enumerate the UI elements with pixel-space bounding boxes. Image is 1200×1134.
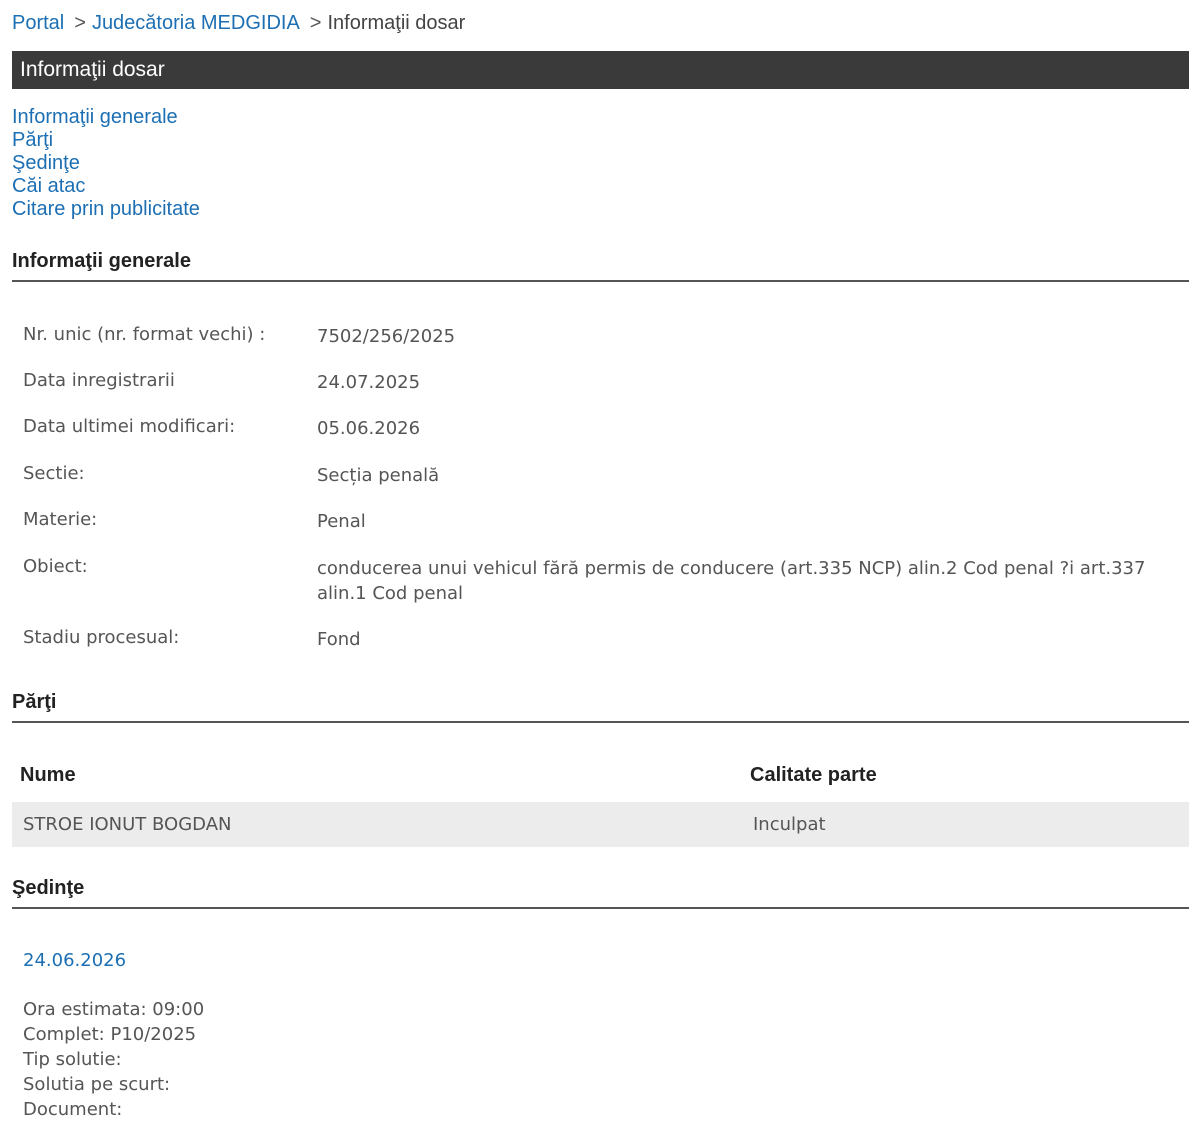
info-label: Data inregistrarii xyxy=(23,370,175,391)
nav-link-informatii-generale[interactable]: Informaţii generale xyxy=(12,106,200,129)
nav-link-cai-atac[interactable]: Căi atac xyxy=(12,175,200,198)
info-label: Sectie: xyxy=(23,463,85,484)
breadcrumb-separator: > xyxy=(74,12,86,34)
info-value: Penal xyxy=(317,511,366,532)
party-role: Inculpat xyxy=(753,814,826,835)
breadcrumb: Portal > Judecătoria MEDGIDIA > Informaţii d… xyxy=(12,12,465,35)
session-complet: Complet: P10/2025 xyxy=(23,1024,197,1045)
session-document: Document: xyxy=(23,1099,123,1120)
info-value: Secția penală xyxy=(317,465,440,486)
session-details: Ora estimata: 09:00 Complet: P10/2025 Ti… xyxy=(23,997,204,1122)
parties-heading: Părţi xyxy=(12,691,1189,723)
sessions-heading: Şedinţe xyxy=(12,877,1189,909)
breadcrumb-separator: > xyxy=(309,12,322,34)
breadcrumb-court-link[interactable]: Judecătoria MEDGIDIA xyxy=(92,12,300,34)
session-tip-solutie: Tip solutie: xyxy=(23,1049,122,1070)
info-value: 24.07.2025 xyxy=(317,372,421,393)
breadcrumb-current: Informaţii dosar xyxy=(327,12,466,34)
table-row: STROE IONUT BOGDAN Inculpat xyxy=(12,802,1189,847)
section-nav: Informaţii generale Părţi Şedinţe Căi at… xyxy=(12,106,200,221)
info-label: Data ultimei modificari: xyxy=(23,416,236,437)
session-ora-estimata: Ora estimata: 09:00 xyxy=(23,999,205,1020)
session-solutia-pe-scurt: Solutia pe scurt: xyxy=(23,1074,171,1095)
column-header-nume: Nume xyxy=(20,764,76,786)
session-date: 24.06.2026 xyxy=(23,950,127,971)
general-info-heading: Informaţii generale xyxy=(12,250,1189,282)
breadcrumb-portal-link[interactable]: Portal xyxy=(12,12,64,34)
section-title: Informaţii generale xyxy=(12,250,191,272)
nav-link-parti[interactable]: Părţi xyxy=(12,129,200,152)
party-name: STROE IONUT BOGDAN xyxy=(23,814,232,835)
nav-link-sedinte[interactable]: Şedinţe xyxy=(12,152,200,175)
info-label: Nr. unic (nr. format vechi) : xyxy=(23,324,266,345)
info-value: Fond xyxy=(317,629,361,650)
info-value: conducerea unui vehicul fără permis de c… xyxy=(317,558,1146,604)
info-label: Stadiu procesual: xyxy=(23,627,180,648)
info-value: 7502/256/2025 xyxy=(317,326,456,347)
page-title-bar: Informaţii dosar xyxy=(12,51,1189,89)
page-title: Informaţii dosar xyxy=(20,58,165,81)
info-label: Obiect: xyxy=(23,556,88,577)
section-title: Părţi xyxy=(12,691,57,713)
info-value: 05.06.2026 xyxy=(317,418,421,439)
section-title: Şedinţe xyxy=(12,877,85,899)
column-header-calitate-parte: Calitate parte xyxy=(750,764,877,786)
nav-link-citare-prin-publicitate[interactable]: Citare prin publicitate xyxy=(12,198,200,221)
info-label: Materie: xyxy=(23,509,98,530)
